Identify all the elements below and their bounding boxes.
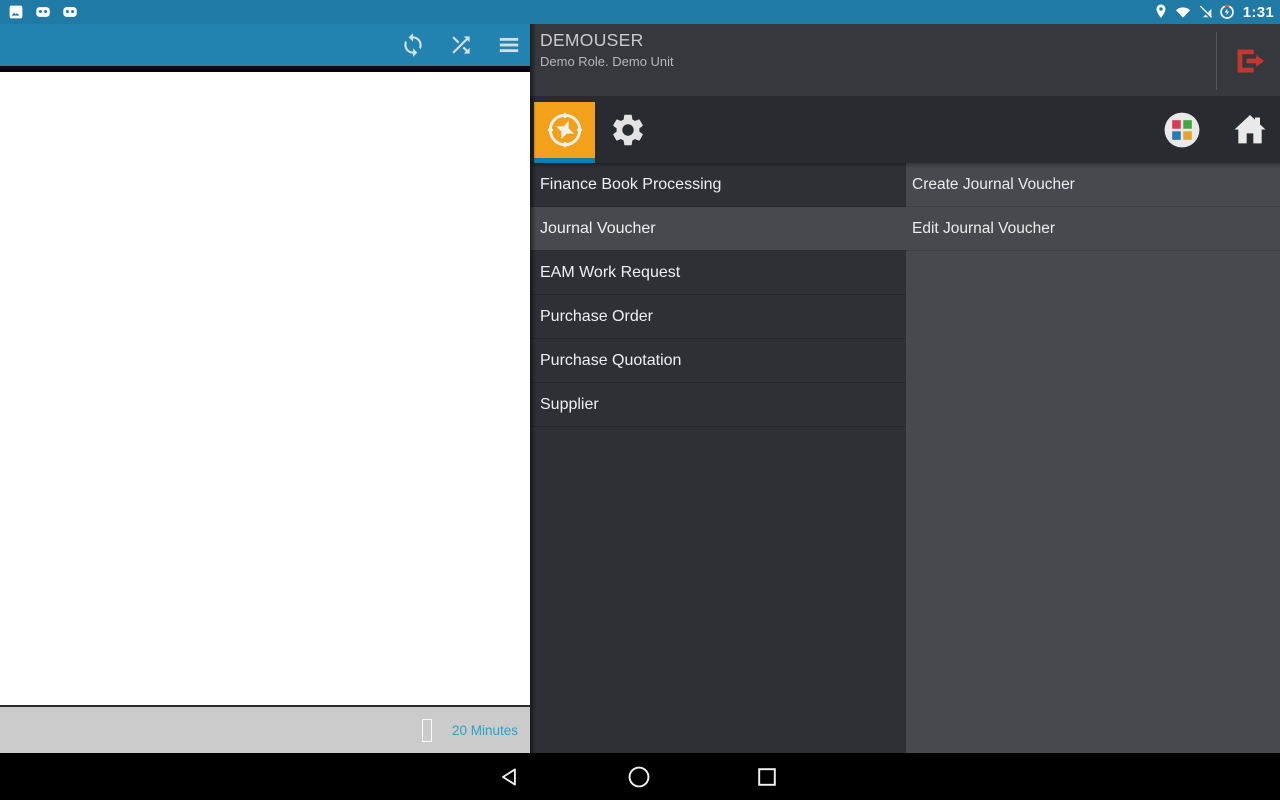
recents-icon	[758, 767, 776, 786]
logout-button[interactable]	[1228, 40, 1270, 82]
battery-charging-icon	[1219, 5, 1234, 19]
activity-submenu-list: Create Journal Voucher Edit Journal Vouc…	[906, 163, 1280, 753]
module-menu-list: Finance Book Processing Journal Voucher …	[530, 163, 906, 753]
header-divider	[1216, 32, 1217, 90]
status-bar: 1:31	[0, 0, 1280, 24]
logout-icon	[1237, 49, 1265, 73]
sync-icon[interactable]	[400, 32, 426, 58]
left-app-content	[0, 72, 530, 705]
duration-button[interactable]: 20 Minutes	[452, 707, 518, 753]
compass-icon	[547, 112, 582, 148]
wifi-icon	[1175, 7, 1190, 18]
menu-item-eam-work-request[interactable]: EAM Work Request	[530, 251, 906, 295]
submenu-item-edit-journal-voucher[interactable]: Edit Journal Voucher	[906, 207, 1280, 251]
tab-settings[interactable]	[606, 108, 650, 152]
left-app-header	[0, 24, 530, 69]
android-navigation-bar	[0, 753, 1280, 800]
menu-item-purchase-quotation[interactable]: Purchase Quotation	[530, 339, 906, 383]
tab-activities-background	[534, 102, 595, 158]
no-sim-icon	[1198, 5, 1212, 19]
android-home-button[interactable]	[594, 753, 684, 800]
home-icon	[1234, 114, 1266, 143]
location-icon	[1156, 4, 1166, 18]
menu-item-purchase-order[interactable]: Purchase Order	[530, 295, 906, 339]
app-grid-button[interactable]	[1160, 108, 1204, 152]
navigation-drawer: DEMOUSER Demo Role. Demo Unit Finance Bo…	[530, 24, 1280, 753]
shuffle-icon[interactable]	[448, 32, 474, 58]
recents-button[interactable]	[722, 753, 812, 800]
menu-item-journal-voucher[interactable]: Journal Voucher	[530, 207, 906, 251]
missing-glyph-box	[422, 719, 432, 742]
tab-activities[interactable]	[534, 102, 595, 163]
drawer-body: Finance Book Processing Journal Voucher …	[530, 163, 1280, 753]
app-grid-icon	[1164, 112, 1200, 147]
menu-icon[interactable]	[496, 32, 522, 58]
username-label: DEMOUSER	[540, 30, 644, 50]
drawer-tab-bar	[530, 96, 1280, 163]
home-shortcut-button[interactable]	[1228, 108, 1272, 152]
left-app-footer-bar: 20 Minutes	[0, 705, 530, 753]
screenshot-icon	[9, 5, 23, 19]
status-bar-clock: 1:31	[1242, 3, 1274, 21]
screen: 1:31 20 Minutes DEMOUSER Demo Role. Demo…	[0, 0, 1280, 800]
status-bar-notifications	[7, 0, 79, 24]
back-button[interactable]	[466, 753, 556, 800]
android-home-icon	[628, 766, 650, 787]
submenu-item-create-journal-voucher[interactable]: Create Journal Voucher	[906, 163, 1280, 207]
robot-icon	[63, 7, 77, 17]
menu-item-finance-book-processing[interactable]: Finance Book Processing	[530, 163, 906, 207]
gear-icon	[613, 114, 643, 146]
robot-icon	[36, 7, 50, 17]
back-icon	[502, 767, 516, 786]
role-unit-label: Demo Role. Demo Unit	[540, 54, 674, 69]
drawer-user-header: DEMOUSER Demo Role. Demo Unit	[530, 24, 1280, 96]
menu-item-supplier[interactable]: Supplier	[530, 383, 906, 427]
status-bar-system-icons: 1:31	[1152, 0, 1274, 24]
